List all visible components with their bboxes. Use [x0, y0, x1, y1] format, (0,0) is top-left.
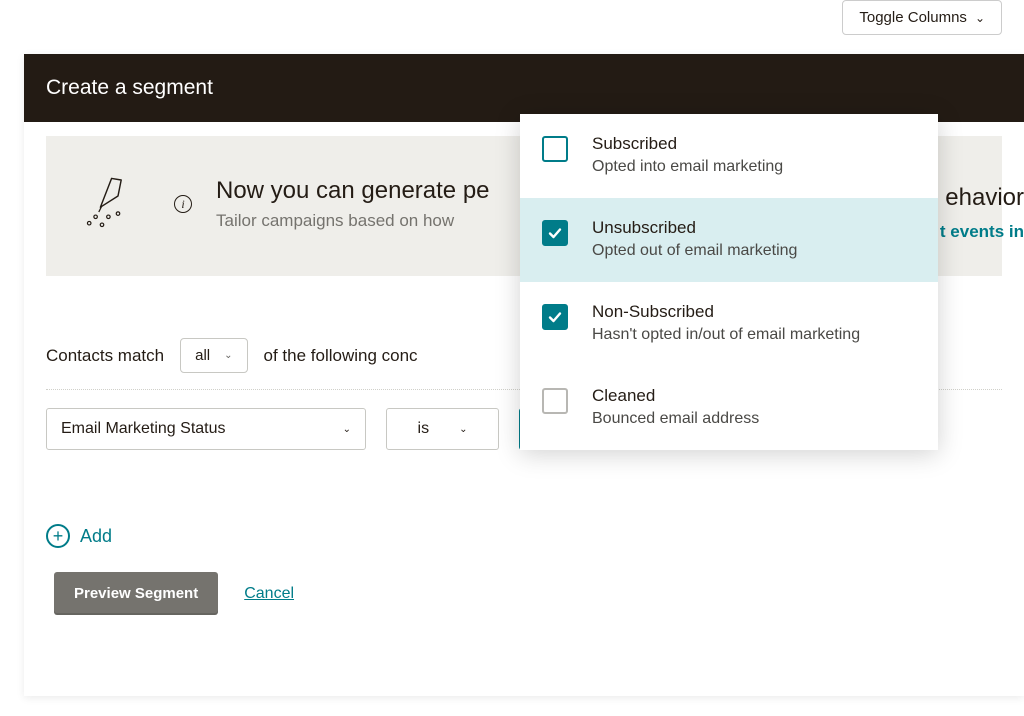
match-all-label: all	[195, 347, 210, 364]
action-row: Preview Segment Cancel	[24, 548, 1024, 645]
dropdown-option-subscribed[interactable]: Subscribed Opted into email marketing	[520, 114, 938, 198]
rule-operator-label: is	[418, 420, 430, 438]
option-description: Opted into email marketing	[592, 158, 783, 176]
checkbox-checked[interactable]	[542, 304, 568, 330]
banner-title: Now you can generate pe	[216, 177, 490, 205]
toggle-columns-label: Toggle Columns	[859, 9, 967, 26]
check-icon	[547, 225, 563, 241]
preview-segment-button[interactable]: Preview Segment	[54, 572, 218, 615]
option-label: Subscribed	[592, 134, 783, 154]
checkbox-unchecked[interactable]	[542, 136, 568, 162]
add-condition-button[interactable]: + Add	[24, 468, 1024, 548]
panel-header: Create a segment	[24, 54, 1024, 122]
toggle-columns-button[interactable]: Toggle Columns ⌄	[842, 0, 1002, 35]
option-description: Hasn't opted in/out of email marketing	[592, 326, 860, 344]
conditions-suffix: of the following conc	[264, 346, 418, 366]
add-condition-label: Add	[80, 526, 112, 547]
info-icon: i	[174, 195, 192, 213]
dropdown-option-cleaned[interactable]: Cleaned Bounced email address	[520, 366, 938, 450]
option-label: Unsubscribed	[592, 218, 797, 238]
chevron-down-icon: ⌄	[343, 424, 351, 435]
dropdown-option-non-subscribed[interactable]: Non-Subscribed Hasn't opted in/out of em…	[520, 282, 938, 366]
plus-circle-icon: +	[46, 524, 70, 548]
value-dropdown: Subscribed Opted into email marketing Un…	[520, 114, 938, 450]
panel-title: Create a segment	[46, 76, 213, 99]
banner-text: Now you can generate pe Tailor campaigns…	[216, 177, 490, 231]
chevron-down-icon: ⌄	[459, 424, 467, 435]
banner-subtitle: Tailor campaigns based on how	[216, 211, 490, 231]
rule-field-select[interactable]: Email Marketing Status ⌄	[46, 408, 366, 450]
option-description: Opted out of email marketing	[592, 242, 797, 260]
check-icon	[547, 309, 563, 325]
match-all-select[interactable]: all ⌄	[180, 338, 247, 373]
banner-overflow-top: ehavior	[945, 184, 1024, 212]
option-label: Cleaned	[592, 386, 759, 406]
rule-field-label: Email Marketing Status	[61, 420, 226, 438]
rule-operator-select[interactable]: is ⌄	[386, 408, 499, 450]
conditions-prefix: Contacts match	[46, 346, 164, 366]
chevron-down-icon: ⌄	[224, 350, 232, 361]
checkbox-unchecked[interactable]	[542, 388, 568, 414]
checkbox-checked[interactable]	[542, 220, 568, 246]
chevron-down-icon: ⌄	[975, 11, 985, 25]
option-label: Non-Subscribed	[592, 302, 860, 322]
banner-overflow-link[interactable]: t events in	[940, 222, 1024, 242]
banner-illustration	[70, 164, 150, 244]
option-description: Bounced email address	[592, 410, 759, 428]
dropdown-option-unsubscribed[interactable]: Unsubscribed Opted out of email marketin…	[520, 198, 938, 282]
cancel-link[interactable]: Cancel	[244, 585, 294, 603]
